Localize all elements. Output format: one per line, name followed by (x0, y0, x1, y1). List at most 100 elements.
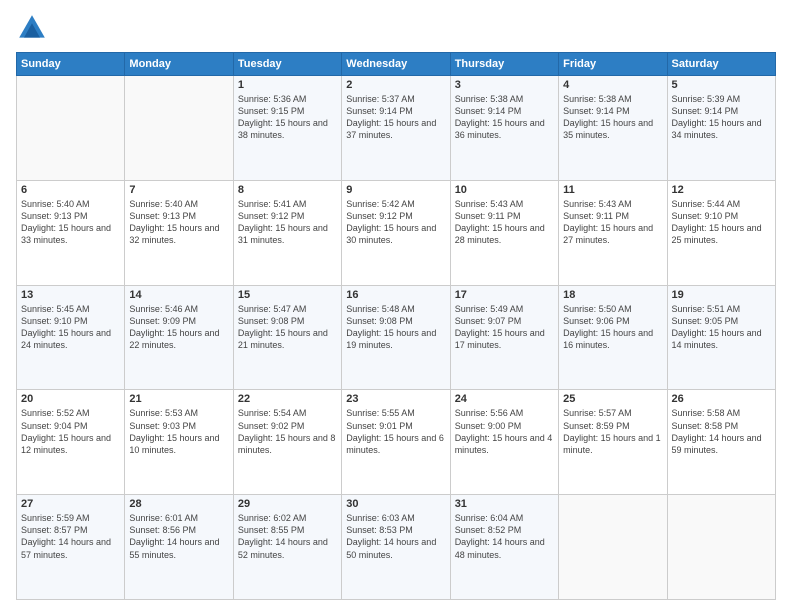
day-info: Sunrise: 5:56 AMSunset: 9:00 PMDaylight:… (455, 407, 554, 456)
day-info: Sunrise: 5:42 AMSunset: 9:12 PMDaylight:… (346, 198, 445, 247)
day-cell: 14 Sunrise: 5:46 AMSunset: 9:09 PMDayligh… (125, 285, 233, 390)
day-info: Sunrise: 5:57 AMSunset: 8:59 PMDaylight:… (563, 407, 662, 456)
week-row-2: 6 Sunrise: 5:40 AMSunset: 9:13 PMDaylight… (17, 180, 776, 285)
header (16, 12, 776, 44)
day-info: Sunrise: 5:52 AMSunset: 9:04 PMDaylight:… (21, 407, 120, 456)
day-number: 11 (563, 184, 662, 196)
day-cell: 6 Sunrise: 5:40 AMSunset: 9:13 PMDaylight… (17, 180, 125, 285)
day-info: Sunrise: 5:50 AMSunset: 9:06 PMDaylight:… (563, 303, 662, 352)
day-info: Sunrise: 6:02 AMSunset: 8:55 PMDaylight:… (238, 512, 337, 561)
day-cell: 10 Sunrise: 5:43 AMSunset: 9:11 PMDayligh… (450, 180, 558, 285)
day-number: 17 (455, 289, 554, 301)
day-info: Sunrise: 5:47 AMSunset: 9:08 PMDaylight:… (238, 303, 337, 352)
day-cell: 26 Sunrise: 5:58 AMSunset: 8:58 PMDayligh… (667, 390, 775, 495)
day-cell: 12 Sunrise: 5:44 AMSunset: 9:10 PMDayligh… (667, 180, 775, 285)
day-info: Sunrise: 5:44 AMSunset: 9:10 PMDaylight:… (672, 198, 771, 247)
day-number: 15 (238, 289, 337, 301)
day-number: 2 (346, 79, 445, 91)
day-cell (17, 76, 125, 181)
day-number: 29 (238, 498, 337, 510)
day-number: 24 (455, 393, 554, 405)
day-cell (667, 495, 775, 600)
weekday-header-tuesday: Tuesday (233, 53, 341, 76)
day-info: Sunrise: 5:58 AMSunset: 8:58 PMDaylight:… (672, 407, 771, 456)
day-info: Sunrise: 5:37 AMSunset: 9:14 PMDaylight:… (346, 93, 445, 142)
day-number: 28 (129, 498, 228, 510)
day-number: 12 (672, 184, 771, 196)
day-number: 18 (563, 289, 662, 301)
day-info: Sunrise: 5:43 AMSunset: 9:11 PMDaylight:… (563, 198, 662, 247)
day-cell: 27 Sunrise: 5:59 AMSunset: 8:57 PMDayligh… (17, 495, 125, 600)
day-info: Sunrise: 5:55 AMSunset: 9:01 PMDaylight:… (346, 407, 445, 456)
page: SundayMondayTuesdayWednesdayThursdayFrid… (0, 0, 792, 612)
day-cell: 30 Sunrise: 6:03 AMSunset: 8:53 PMDayligh… (342, 495, 450, 600)
weekday-header-friday: Friday (559, 53, 667, 76)
day-number: 9 (346, 184, 445, 196)
day-number: 4 (563, 79, 662, 91)
day-info: Sunrise: 5:43 AMSunset: 9:11 PMDaylight:… (455, 198, 554, 247)
day-cell: 22 Sunrise: 5:54 AMSunset: 9:02 PMDayligh… (233, 390, 341, 495)
day-cell: 11 Sunrise: 5:43 AMSunset: 9:11 PMDayligh… (559, 180, 667, 285)
day-info: Sunrise: 5:38 AMSunset: 9:14 PMDaylight:… (563, 93, 662, 142)
day-cell: 13 Sunrise: 5:45 AMSunset: 9:10 PMDayligh… (17, 285, 125, 390)
day-number: 21 (129, 393, 228, 405)
logo-icon (16, 12, 48, 44)
day-info: Sunrise: 5:39 AMSunset: 9:14 PMDaylight:… (672, 93, 771, 142)
day-number: 8 (238, 184, 337, 196)
day-info: Sunrise: 6:01 AMSunset: 8:56 PMDaylight:… (129, 512, 228, 561)
day-number: 6 (21, 184, 120, 196)
day-number: 7 (129, 184, 228, 196)
day-cell: 24 Sunrise: 5:56 AMSunset: 9:00 PMDayligh… (450, 390, 558, 495)
week-row-1: 1 Sunrise: 5:36 AMSunset: 9:15 PMDaylight… (17, 76, 776, 181)
day-info: Sunrise: 5:38 AMSunset: 9:14 PMDaylight:… (455, 93, 554, 142)
day-info: Sunrise: 5:49 AMSunset: 9:07 PMDaylight:… (455, 303, 554, 352)
weekday-header-sunday: Sunday (17, 53, 125, 76)
day-cell: 20 Sunrise: 5:52 AMSunset: 9:04 PMDayligh… (17, 390, 125, 495)
day-cell: 16 Sunrise: 5:48 AMSunset: 9:08 PMDayligh… (342, 285, 450, 390)
day-cell: 15 Sunrise: 5:47 AMSunset: 9:08 PMDayligh… (233, 285, 341, 390)
day-number: 5 (672, 79, 771, 91)
day-info: Sunrise: 5:46 AMSunset: 9:09 PMDaylight:… (129, 303, 228, 352)
day-number: 26 (672, 393, 771, 405)
day-number: 10 (455, 184, 554, 196)
day-cell: 5 Sunrise: 5:39 AMSunset: 9:14 PMDaylight… (667, 76, 775, 181)
day-info: Sunrise: 5:59 AMSunset: 8:57 PMDaylight:… (21, 512, 120, 561)
calendar: SundayMondayTuesdayWednesdayThursdayFrid… (16, 52, 776, 600)
day-info: Sunrise: 5:48 AMSunset: 9:08 PMDaylight:… (346, 303, 445, 352)
day-info: Sunrise: 5:36 AMSunset: 9:15 PMDaylight:… (238, 93, 337, 142)
day-cell: 4 Sunrise: 5:38 AMSunset: 9:14 PMDaylight… (559, 76, 667, 181)
day-info: Sunrise: 6:03 AMSunset: 8:53 PMDaylight:… (346, 512, 445, 561)
day-info: Sunrise: 5:40 AMSunset: 9:13 PMDaylight:… (21, 198, 120, 247)
day-info: Sunrise: 5:45 AMSunset: 9:10 PMDaylight:… (21, 303, 120, 352)
day-cell: 23Sunrise: 5:55 AMSunset: 9:01 PMDayligh… (342, 390, 450, 495)
day-cell: 3 Sunrise: 5:38 AMSunset: 9:14 PMDaylight… (450, 76, 558, 181)
day-cell (559, 495, 667, 600)
day-number: 13 (21, 289, 120, 301)
day-number: 25 (563, 393, 662, 405)
day-cell: 21 Sunrise: 5:53 AMSunset: 9:03 PMDayligh… (125, 390, 233, 495)
day-info: Sunrise: 5:53 AMSunset: 9:03 PMDaylight:… (129, 407, 228, 456)
week-row-5: 27 Sunrise: 5:59 AMSunset: 8:57 PMDayligh… (17, 495, 776, 600)
day-cell (125, 76, 233, 181)
day-number: 30 (346, 498, 445, 510)
day-cell: 1 Sunrise: 5:36 AMSunset: 9:15 PMDaylight… (233, 76, 341, 181)
logo (16, 12, 52, 44)
day-number: 1 (238, 79, 337, 91)
day-cell: 18 Sunrise: 5:50 AMSunset: 9:06 PMDayligh… (559, 285, 667, 390)
day-cell: 31Sunrise: 6:04 AMSunset: 8:52 PMDayligh… (450, 495, 558, 600)
weekday-header-wednesday: Wednesday (342, 53, 450, 76)
day-info: Sunrise: 5:41 AMSunset: 9:12 PMDaylight:… (238, 198, 337, 247)
day-info: Sunrise: 5:40 AMSunset: 9:13 PMDaylight:… (129, 198, 228, 247)
day-cell: 7 Sunrise: 5:40 AMSunset: 9:13 PMDaylight… (125, 180, 233, 285)
day-info: Sunrise: 5:54 AMSunset: 9:02 PMDaylight:… (238, 407, 337, 456)
day-number: 16 (346, 289, 445, 301)
day-number: 27 (21, 498, 120, 510)
day-number: 22 (238, 393, 337, 405)
day-number: 20 (21, 393, 120, 405)
day-number: 19 (672, 289, 771, 301)
day-cell: 17 Sunrise: 5:49 AMSunset: 9:07 PMDayligh… (450, 285, 558, 390)
day-cell: 28 Sunrise: 6:01 AMSunset: 8:56 PMDayligh… (125, 495, 233, 600)
day-number: 3 (455, 79, 554, 91)
day-info: Sunrise: 6:04 AMSunset: 8:52 PMDaylight:… (455, 512, 554, 561)
day-number: 14 (129, 289, 228, 301)
